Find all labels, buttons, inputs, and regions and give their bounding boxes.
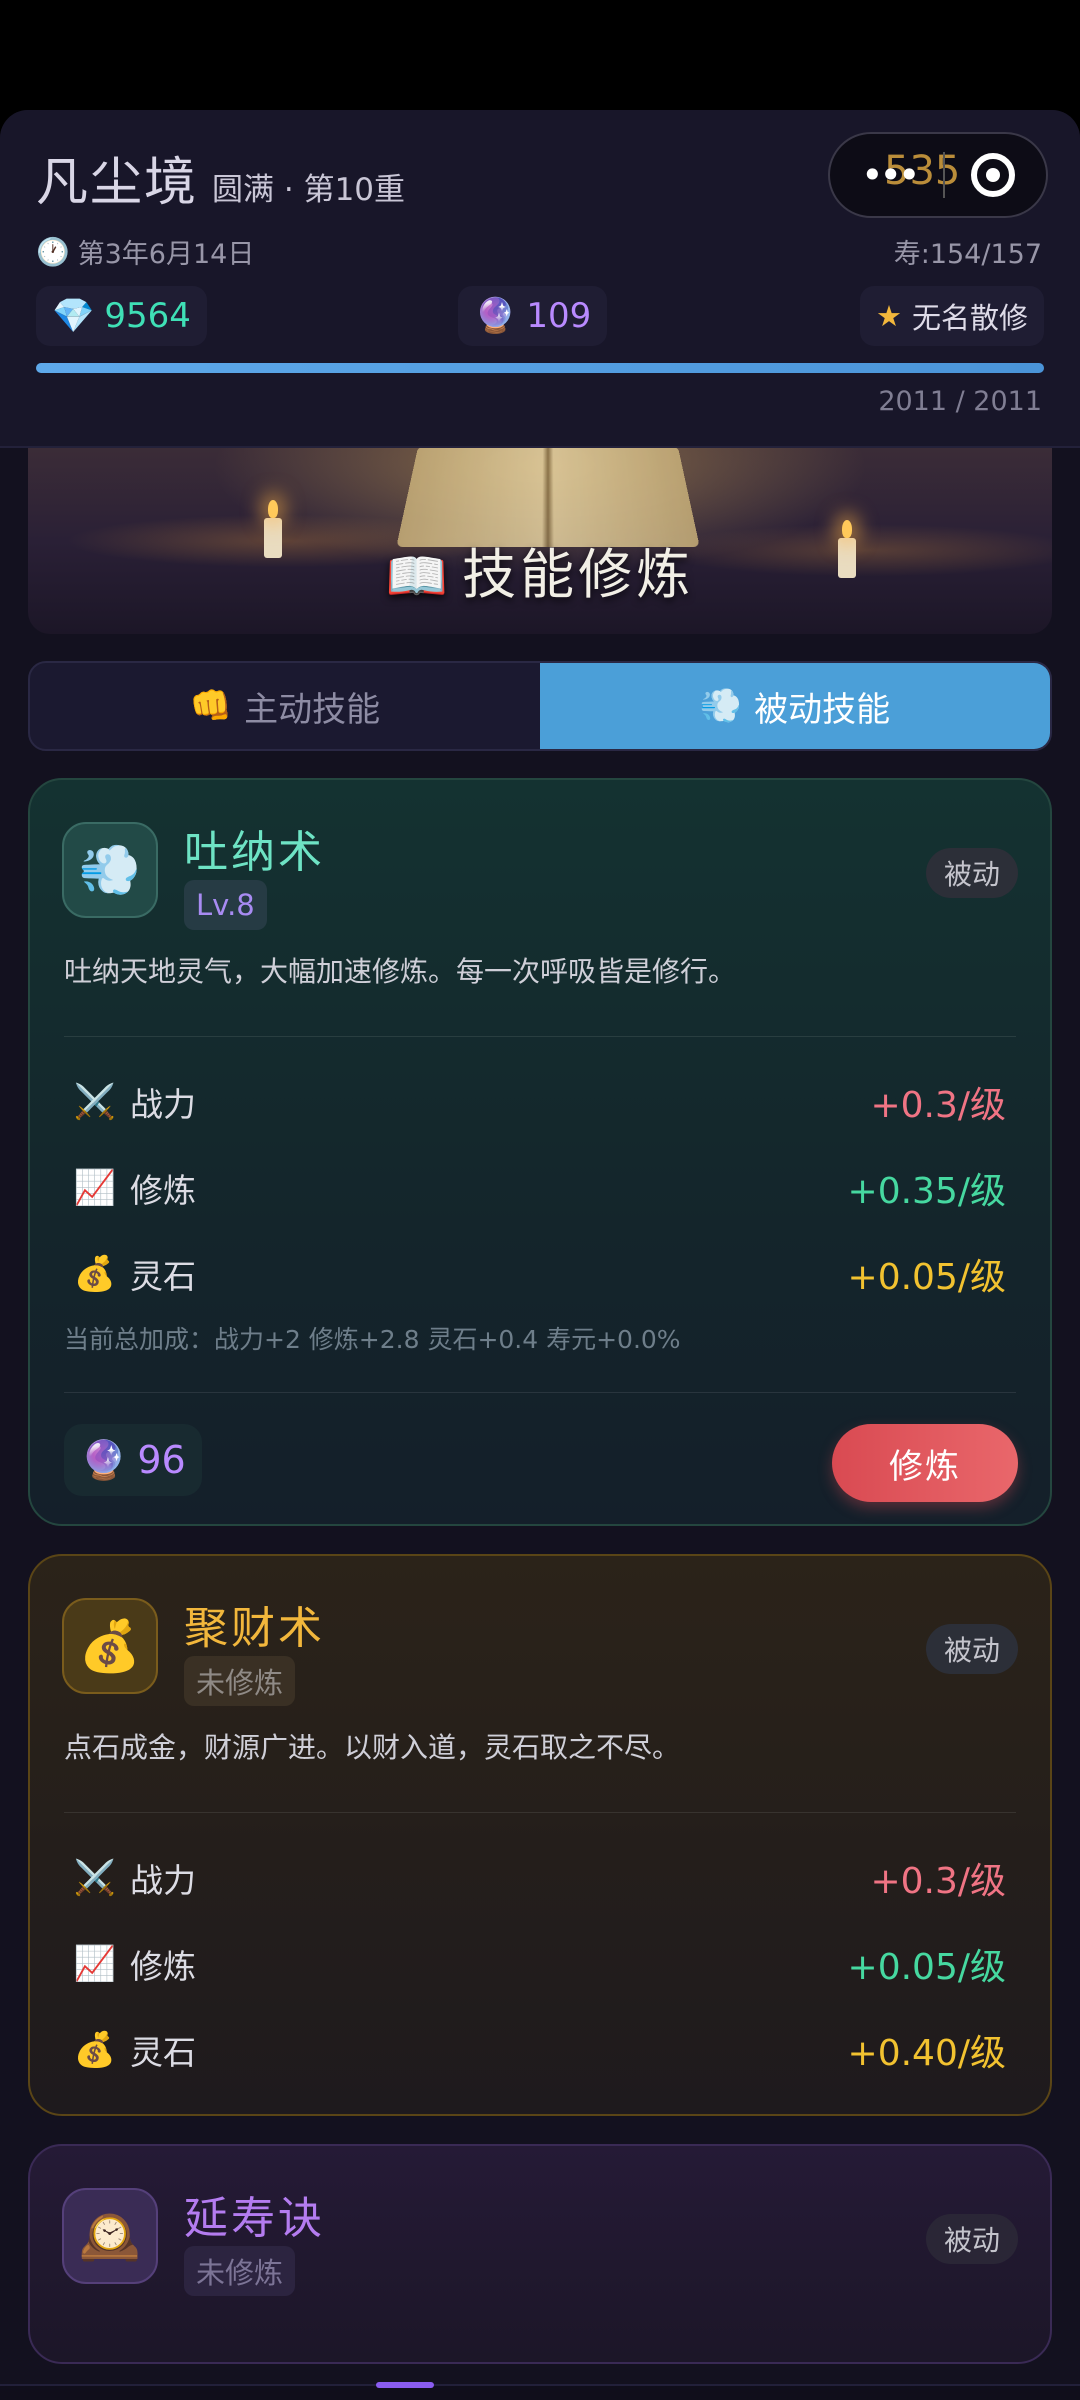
divider [64, 1812, 1016, 1813]
nav-item-gameplay[interactable]: ⚔️ 玩法 [270, 2382, 540, 2400]
status-header: 凡尘境 圆满 · 第10重 535 ••• 🕐 第3年6月14日 寿:154/1… [0, 110, 1080, 448]
crystal-ball-icon: 🔮 [474, 296, 517, 336]
stat-label: 战力 [130, 1861, 196, 1900]
capsule-divider [942, 152, 945, 198]
tab-active-skills[interactable]: 👊 主动技能 [30, 663, 540, 749]
skill-card-tuna: 💨 吐纳术 Lv.8 被动 吐纳天地灵气，大幅加速修炼。每一次呼吸皆是修行。 ⚔… [28, 778, 1052, 1526]
crystal-ball-icon: 🔮 [80, 1437, 128, 1482]
stat-label: 修炼 [130, 1171, 196, 1210]
lifespan-text: 寿:154/157 [893, 239, 1042, 270]
stat-label: 战力 [130, 1085, 196, 1124]
skill-name: 吐纳术 [184, 827, 325, 878]
game-date: 🕐 第3年6月14日 [36, 232, 254, 271]
active-indicator [376, 2382, 434, 2388]
breath-cloud-icon: 💨 [699, 686, 743, 726]
star-icon: ★ [875, 299, 902, 333]
chart-increasing-icon: 📈 [73, 1944, 117, 1984]
stat-row-cultivation: 📈 修炼 +0.05/级 [72, 1934, 1006, 1994]
stat-value: +0.05/级 [847, 1257, 1006, 1298]
cost-value: 96 [137, 1438, 186, 1482]
stat-value: +0.3/级 [870, 1085, 1006, 1126]
skill-level-badge: 未修炼 [184, 1656, 296, 1706]
money-bag-icon: 💰 [62, 1598, 158, 1694]
stat-label: 灵石 [130, 1257, 196, 1296]
training-cost: 🔮 96 [64, 1424, 202, 1496]
diamond-icon: 💎 [52, 296, 95, 336]
stat-value: +0.35/级 [847, 1171, 1006, 1212]
skill-level-badge: 未修炼 [184, 2246, 296, 2296]
realm-stage: 圆满 · 第10重 [212, 172, 406, 208]
stat-row-spirit-stone: 💰 灵石 +0.40/级 [72, 2020, 1006, 2080]
progress-text: 2011 / 2011 [878, 386, 1042, 417]
tab-label: 被动技能 [754, 689, 891, 730]
stat-row-spirit-stone: 💰 灵石 +0.05/级 [72, 1244, 1006, 1304]
cultivation-progress-bar [36, 363, 1044, 373]
crossed-swords-icon: ⚔️ [73, 1858, 117, 1898]
player-title-badge[interactable]: ★ 无名散修 [859, 286, 1044, 346]
skill-card-jucai: 💰 聚财术 未修炼 被动 点石成金，财源广进。以财入道，灵石取之不尽。 ⚔️ 战力… [28, 1554, 1052, 2116]
skill-type-tabs: 👊 主动技能 💨 被动技能 [28, 661, 1052, 751]
skill-name: 聚财术 [184, 1603, 325, 1654]
gem-balance: 💎 9564 [36, 286, 207, 346]
miniprogram-capsule: 535 ••• [828, 132, 1048, 218]
skill-type-badge: 被动 [925, 848, 1018, 898]
skill-name: 延寿诀 [184, 2193, 325, 2244]
banner-title: 📖 技能修炼 [28, 530, 1052, 609]
date-text: 第3年6月14日 [77, 239, 255, 270]
realm-name: 凡尘境 [36, 153, 199, 213]
train-button[interactable]: 修炼 [832, 1424, 1018, 1502]
progress-fill [36, 363, 1044, 373]
close-miniprogram-icon[interactable] [970, 153, 1015, 197]
skill-description: 点石成金，财源广进。以财入道，灵石取之不尽。 [64, 1731, 681, 1764]
skill-type-badge: 被动 [925, 1624, 1018, 1674]
skill-training-banner: 📖 技能修炼 [28, 448, 1052, 634]
money-bag-icon: 💰 [73, 2030, 117, 2070]
nav-item-sect[interactable]: 🏯 宗门 [540, 2386, 810, 2400]
stat-row-power: ⚔️ 战力 +0.3/级 [72, 1848, 1006, 1908]
skill-description: 吐纳天地灵气，大幅加速修炼。每一次呼吸皆是修行。 [64, 955, 737, 988]
realm-info: 凡尘境 圆满 · 第10重 [36, 140, 405, 215]
app-container: 凡尘境 圆满 · 第10重 535 ••• 🕐 第3年6月14日 寿:154/1… [0, 110, 1080, 2400]
orb-balance: 🔮 109 [458, 286, 608, 346]
fist-icon: 👊 [189, 686, 233, 726]
money-bag-icon: 💰 [73, 1254, 117, 1294]
total-bonus-text: 当前总加成：战力+2 修炼+2.8 灵石+0.4 寿元+0.0% [64, 1325, 681, 1354]
bottom-navigation: 🧘 修炼 ⚔️ 玩法 🏯 宗门 ⚙ 设置 [0, 2382, 1080, 2400]
book-icon: 📖 [385, 547, 453, 605]
stat-value: +0.40/级 [847, 2033, 1006, 2074]
divider [64, 1392, 1016, 1393]
stat-label: 修炼 [130, 1947, 196, 1986]
clock-icon: 🕐 [36, 236, 70, 268]
stat-row-power: ⚔️ 战力 +0.3/级 [72, 1072, 1006, 1132]
player-title: 无名散修 [911, 301, 1028, 335]
orb-count: 109 [526, 296, 592, 336]
nav-item-settings[interactable]: ⚙ 设置 [810, 2386, 1080, 2400]
skill-card-yanshou: 🕰️ 延寿诀 未修炼 被动 [28, 2144, 1052, 2364]
chart-increasing-icon: 📈 [73, 1168, 117, 1208]
stat-value: +0.3/级 [870, 1861, 1006, 1902]
breath-cloud-icon: 💨 [62, 822, 158, 918]
banner-title-text: 技能修炼 [462, 543, 695, 606]
nav-item-cultivate[interactable]: 🧘 修炼 [0, 2386, 270, 2400]
more-menu-icon[interactable]: ••• [861, 153, 920, 197]
skill-level-badge: Lv.8 [184, 880, 267, 930]
tab-label: 主动技能 [244, 689, 381, 730]
stat-value: +0.05/级 [847, 1947, 1006, 1988]
stat-row-cultivation: 📈 修炼 +0.35/级 [72, 1158, 1006, 1218]
crossed-swords-icon: ⚔️ [73, 1082, 117, 1122]
skill-type-badge: 被动 [925, 2214, 1018, 2264]
stat-label: 灵石 [130, 2033, 196, 2072]
divider [64, 1036, 1016, 1037]
gem-count: 9564 [104, 296, 191, 336]
tab-passive-skills[interactable]: 💨 被动技能 [540, 663, 1050, 749]
hourglass-clock-icon: 🕰️ [62, 2188, 158, 2284]
